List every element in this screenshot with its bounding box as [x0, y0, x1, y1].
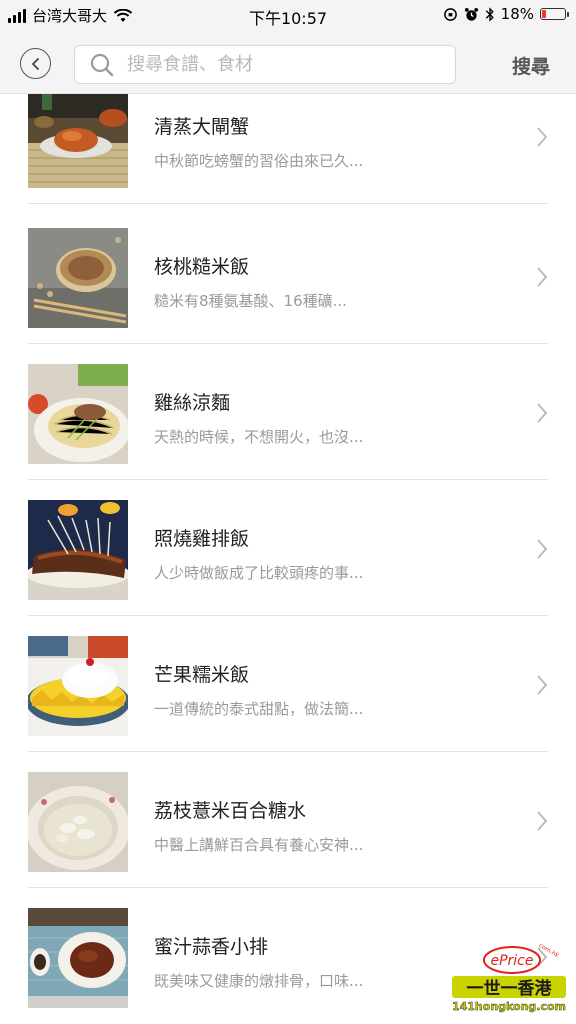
list-item[interactable]: 清蒸大閘蟹 中秋節吃螃蟹的習俗由來已久...	[0, 94, 576, 224]
recipe-description: 一道傳統的泰式甜點，做法簡...	[154, 700, 364, 718]
recipe-thumbnail	[28, 228, 128, 328]
recipe-title: 蜜汁蒜香小排	[154, 936, 269, 958]
chevron-left-icon	[31, 57, 39, 70]
recipe-title: 雞絲涼麵	[154, 392, 231, 414]
list-item[interactable]: 照燒雞排飯 人少時做飯成了比較頭疼的事...	[0, 500, 576, 636]
rotation-lock-icon	[443, 7, 457, 21]
list-item[interactable]: 雞絲涼麵 天熱的時候，不想開火，也沒...	[0, 364, 576, 500]
recipe-description: 中秋節吃螃蟹的習俗由來已久...	[154, 152, 364, 170]
chevron-right-icon	[537, 811, 548, 831]
back-button[interactable]	[20, 48, 51, 79]
recipe-description: 天熱的時候，不想開火，也沒...	[154, 428, 364, 446]
chevron-right-icon	[537, 539, 548, 559]
search-header: 搜尋	[0, 30, 576, 94]
battery-percent: 18%	[500, 5, 534, 23]
list-item[interactable]: 芒果糯米飯 一道傳統的泰式甜點，做法簡...	[0, 636, 576, 772]
recipe-thumbnail	[28, 772, 128, 872]
recipe-title: 芒果糯米飯	[154, 664, 250, 686]
search-icon	[90, 53, 114, 76]
recipe-thumbnail	[28, 94, 128, 188]
status-bar: 台湾大哥大 下午10:57 18%	[0, 0, 576, 30]
bluetooth-icon	[485, 6, 494, 22]
chevron-right-icon	[537, 127, 548, 147]
list-item[interactable]: 荔枝薏米百合糖水 中醫上講鮮百合具有養心安神...	[0, 772, 576, 908]
recipe-description: 既美味又健康的燉排骨，口味...	[154, 972, 364, 990]
chevron-right-icon	[537, 403, 548, 423]
list-item[interactable]: 核桃糙米飯 糙米有8種氨基酸、16種礦...	[0, 228, 576, 364]
recipe-list: 清蒸大閘蟹 中秋節吃螃蟹的習俗由來已久... 核桃糙米飯 糙米有8種氨基酸、16…	[0, 94, 576, 1024]
chevron-right-icon	[537, 675, 548, 695]
recipe-thumbnail	[28, 364, 128, 464]
recipe-title: 核桃糙米飯	[154, 256, 250, 278]
recipe-thumbnail	[28, 500, 128, 600]
svg-text:一世一香港: 一世一香港	[467, 978, 553, 999]
search-input[interactable]	[125, 53, 429, 76]
svg-text:com.hk: com.hk	[537, 942, 560, 959]
chevron-right-icon	[537, 267, 548, 287]
recipe-description: 中醫上講鮮百合具有養心安神...	[154, 836, 364, 854]
divider	[28, 751, 548, 752]
search-box[interactable]	[74, 45, 456, 84]
recipe-thumbnail	[28, 636, 128, 736]
recipe-description: 人少時做飯成了比較頭疼的事...	[154, 564, 364, 582]
recipe-thumbnail	[28, 908, 128, 1008]
divider	[28, 615, 548, 616]
svg-text:ePrice: ePrice	[490, 953, 533, 969]
divider	[28, 203, 548, 204]
recipe-title: 照燒雞排飯	[154, 528, 250, 550]
divider	[28, 343, 548, 344]
svg-text:141hongkong.com: 141hongkong.com	[452, 1000, 566, 1013]
battery-icon	[540, 8, 569, 20]
divider	[28, 887, 548, 888]
search-button[interactable]: 搜尋	[512, 52, 550, 79]
watermark-logo: ePrice com.hk 一世一香港 141hongkong.com	[452, 942, 566, 1013]
alarm-icon	[464, 7, 478, 21]
recipe-title: 荔枝薏米百合糖水	[154, 800, 307, 822]
divider	[28, 479, 548, 480]
recipe-description: 糙米有8種氨基酸、16種礦...	[154, 292, 347, 310]
recipe-title: 清蒸大閘蟹	[154, 116, 250, 138]
